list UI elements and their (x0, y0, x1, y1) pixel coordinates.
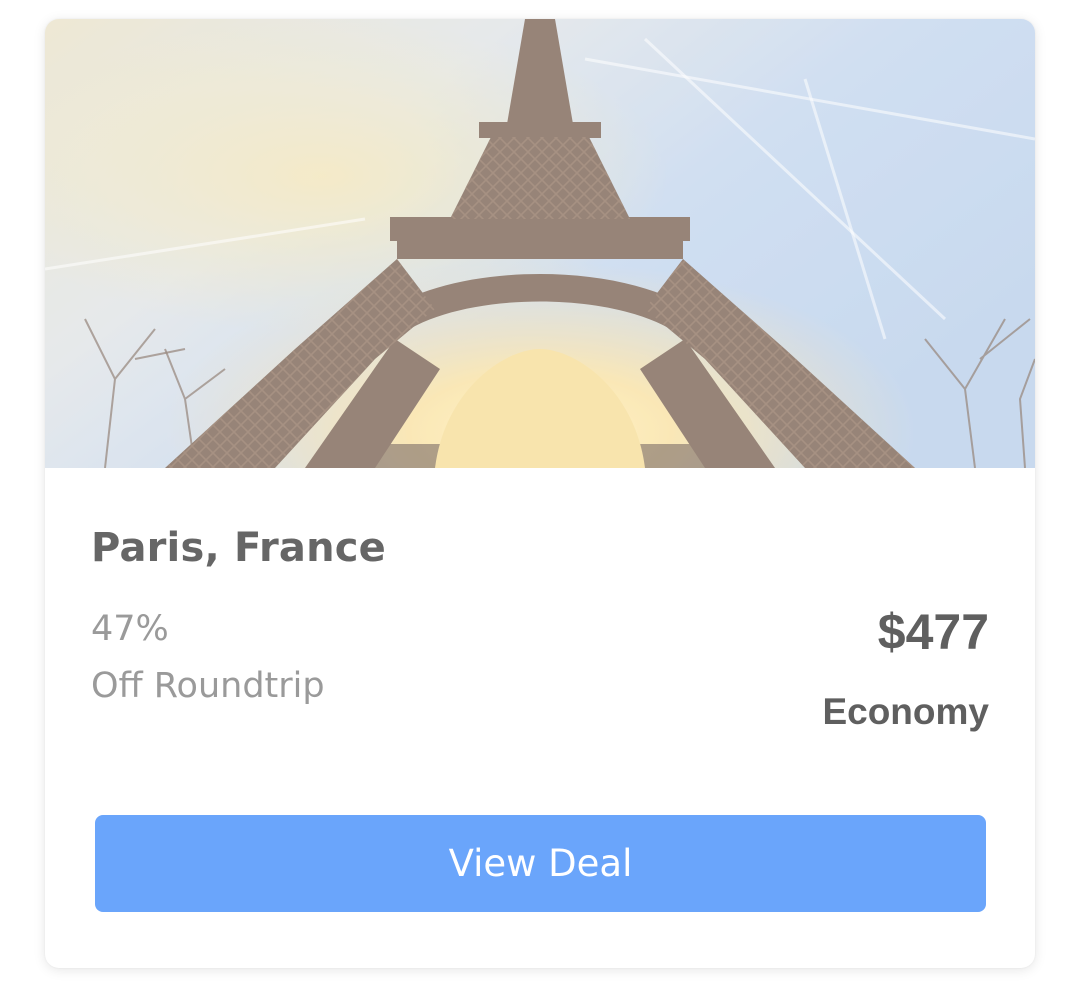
deal-price: $477 (877, 604, 989, 660)
cabin-class: Economy (822, 691, 989, 732)
view-deal-button[interactable]: View Deal (95, 815, 986, 912)
discount-percent: 47% (91, 609, 169, 649)
destination-title: Paris, France (91, 525, 387, 571)
discount-label: Off Roundtrip (91, 666, 325, 706)
destination-photo (45, 19, 1035, 468)
deal-card[interactable]: Paris, France 47% Off Roundtrip $477 Eco… (45, 19, 1035, 968)
